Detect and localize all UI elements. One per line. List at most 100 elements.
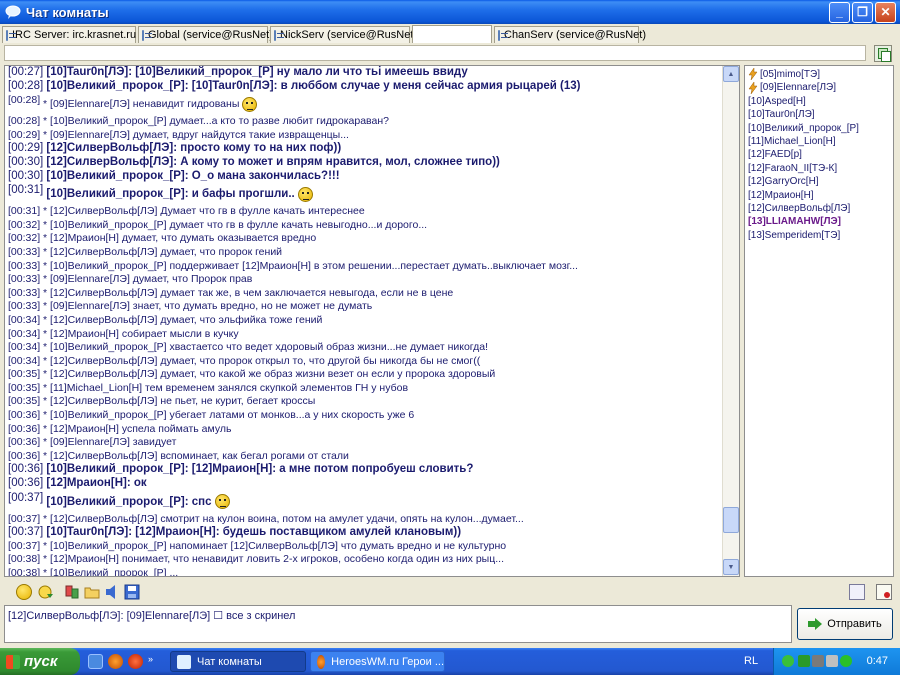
chat-message-text: * [10]Великий_пророк_[Р] напоминает [12]…: [43, 539, 507, 552]
tab-global[interactable]: Global (service@RusNet): [138, 26, 273, 43]
nick-list-item[interactable]: [12]FAED[р]: [745, 148, 893, 161]
chat-timestamp: [00:38]: [8, 567, 41, 577]
language-indicator[interactable]: RL: [744, 655, 758, 667]
messenger-icon[interactable]: [782, 655, 794, 667]
message-input[interactable]: [12]СилверВольф[ЛЭ]: [09]Elennare[ЛЭ] ☐ …: [4, 605, 792, 643]
show-desktop-icon[interactable]: [88, 654, 103, 669]
nick-list-item[interactable]: [05]mimo[ТЭ]: [745, 68, 893, 81]
task-chat-room[interactable]: Чат комнаты: [170, 651, 306, 672]
nick-list-item[interactable]: [12]СилверВольф[ЛЭ]: [745, 202, 893, 215]
smiley-icon[interactable]: [16, 584, 32, 600]
scroll-up-button[interactable]: ▲: [723, 66, 739, 82]
chat-line: [00:36] [10]Великий_пророк_[Р]: [12]Мраи…: [8, 463, 720, 477]
nick-list-item[interactable]: [12]FaraoN_II[ТЭ-К]: [745, 162, 893, 175]
chat-message-text: * [10]Великий_пророк_[Р] думает...а кто …: [43, 115, 389, 128]
nick-label: [12]GarryOrc[Н]: [748, 176, 819, 188]
antivirus-icon[interactable]: [840, 655, 852, 667]
network-icon[interactable]: [798, 655, 810, 667]
chat-timestamp: [00:33]: [8, 259, 41, 272]
chat-timestamp: [00:34]: [8, 354, 41, 367]
tab-label: NickServ (service@RusNet): [280, 29, 418, 41]
sound-icon[interactable]: [104, 584, 120, 600]
nick-list-item[interactable]: [12]Мраион[Н]: [745, 189, 893, 202]
chat-line: [00:34] * [12]Мраион[Н] собирает мысли в…: [8, 328, 720, 342]
tab-nickserv[interactable]: NickServ (service@RusNet): [270, 26, 417, 43]
chat-line: [00:31] [10]Великий_пророк_[Р]: и бафы п…: [8, 183, 720, 205]
chat-line: [00:34] * [10]Великий_пророк_[Р] хвастае…: [8, 341, 720, 355]
network-2-icon[interactable]: [812, 655, 824, 667]
nick-label: [10]Великий_пророк_[Р]: [748, 122, 859, 134]
chat-line: [00:37] [10]Taur0n[ЛЭ]: [12]Мраион[Н]: б…: [8, 526, 720, 540]
tab-chanserv[interactable]: ChanServ (service@RusNet): [494, 26, 646, 43]
folder-icon[interactable]: [84, 584, 100, 600]
chat-timestamp: [00:34]: [8, 341, 41, 354]
quicklaunch-expand-icon[interactable]: »: [148, 654, 156, 669]
nick-list-item[interactable]: [10]Asped[Н]: [745, 95, 893, 108]
maximize-button[interactable]: ❐: [852, 1, 873, 23]
chat-message-text: [10]Великий_пророк_[Р]: и бафы прогшли..: [46, 188, 295, 201]
browser-icon[interactable]: [108, 654, 123, 669]
task-heroeswm[interactable]: HeroesWM.ru Герои ...: [310, 651, 445, 672]
nick-list-item[interactable]: [12]GarryOrc[Н]: [745, 175, 893, 188]
chat-message-text: * [12]Мраион[Н] собирает мысли в кучку: [43, 327, 239, 340]
tab-current-room[interactable]: [412, 25, 492, 43]
nick-list-item[interactable]: [13]Semperidem[ТЭ]: [745, 229, 893, 242]
chat-line: [00:33] * [12]СилверВольф[ЛЭ] думает так…: [8, 287, 720, 301]
nick-list-item[interactable]: [13]LLIAMAHW[ЛЭ]: [745, 215, 893, 228]
nick-list-item[interactable]: [10]Taur0n[ЛЭ]: [745, 108, 893, 121]
arrow-down-icon: ▼: [727, 563, 735, 571]
chat-timestamp: [00:28]: [8, 79, 44, 92]
chat-message-text: * [12]СилверВольф[ЛЭ] думает, что какой …: [43, 368, 496, 381]
media-player-icon[interactable]: [128, 654, 143, 669]
close-window-icon[interactable]: [876, 584, 892, 600]
browser-icon: [317, 654, 326, 669]
color-brush-icon[interactable]: [64, 584, 80, 600]
smiley-icon: [297, 186, 313, 202]
chat-timestamp: [00:34]: [8, 327, 41, 340]
emoticon-arrow-icon[interactable]: [38, 584, 54, 600]
chat-line: [00:37] * [10]Великий_пророк_[Р] напомин…: [8, 540, 720, 554]
task-label: HeroesWM.ru Герои ...: [331, 655, 444, 668]
chat-timestamp: [00:30]: [8, 155, 44, 168]
chat-line: [00:35] * [12]СилверВольф[ЛЭ] не пьет, н…: [8, 395, 720, 409]
chat-message-text: * [12]Мраион[Н] думает, что думать оказы…: [43, 232, 317, 245]
save-icon[interactable]: [124, 584, 140, 600]
title-bar[interactable]: Чат комнаты _ ❐ ✕: [0, 0, 900, 24]
chat-log[interactable]: [00:27] [10]Taur0n[ЛЭ]: [10]Великий_прор…: [4, 65, 740, 577]
copy-topic-button[interactable]: [874, 45, 892, 62]
window-tab-icon: [6, 29, 16, 41]
nick-list[interactable]: [05]mimo[ТЭ] [09]Elennare[ЛЭ] [10]Asped[Н]…: [744, 65, 894, 577]
chat-timestamp: [00:36]: [8, 436, 41, 449]
nick-label: [10]Taur0n[ЛЭ]: [748, 109, 815, 121]
nick-list-item[interactable]: [09]Elennare[ЛЭ]: [745, 81, 893, 94]
close-icon: ✕: [880, 5, 891, 19]
smiley-icon: [214, 494, 230, 510]
start-button[interactable]: пуск: [0, 648, 80, 675]
scroll-down-button[interactable]: ▼: [723, 559, 739, 575]
nick-list-item[interactable]: [11]Michael_Lion[Н]: [745, 135, 893, 148]
volume-icon[interactable]: [826, 655, 838, 667]
chat-line: [00:29] [12]СилверВольф[ЛЭ]: просто кому…: [8, 142, 720, 156]
send-button[interactable]: Отправить: [797, 608, 893, 640]
chat-line: [00:27] [10]Taur0n[ЛЭ]: [10]Великий_прор…: [8, 66, 720, 80]
chat-timestamp: [00:31]: [8, 184, 44, 197]
window-tab-icon: [142, 29, 152, 41]
chat-line: [00:30] [10]Великий_пророк_[Р]: О_о мана…: [8, 170, 720, 184]
topic-field[interactable]: [4, 45, 866, 61]
chat-scrollbar[interactable]: ▲ ▼: [722, 66, 739, 576]
tab-label: Global (service@RusNet): [148, 29, 273, 41]
nick-list-item[interactable]: [10]Великий_пророк_[Р]: [745, 122, 893, 135]
chat-timestamp: [00:33]: [8, 273, 41, 286]
minimize-button[interactable]: _: [829, 1, 850, 23]
scroll-thumb[interactable]: [723, 507, 739, 533]
ignore-list-icon[interactable]: [849, 584, 865, 600]
chat-message-text: [10]Великий_пророк_[Р]: [10]Taur0n[ЛЭ]: …: [46, 79, 581, 92]
chat-timestamp: [00:33]: [8, 286, 41, 299]
close-button[interactable]: ✕: [875, 1, 896, 23]
chat-timestamp: [00:34]: [8, 313, 41, 326]
tab-irc-server[interactable]: IRC Server: irc.krasnet.ru: [2, 26, 136, 43]
chat-message-text: * [12]СилверВольф[ЛЭ] думает, что пророк…: [43, 245, 283, 258]
chat-message-text: * [12]СилверВольф[ЛЭ] думает так же, в ч…: [43, 286, 454, 299]
chat-message-text: * [12]СилверВольф[ЛЭ] думает, что пророк…: [43, 354, 481, 367]
chat-line: [00:30] [12]СилверВольф[ЛЭ]: А кому то м…: [8, 156, 720, 170]
